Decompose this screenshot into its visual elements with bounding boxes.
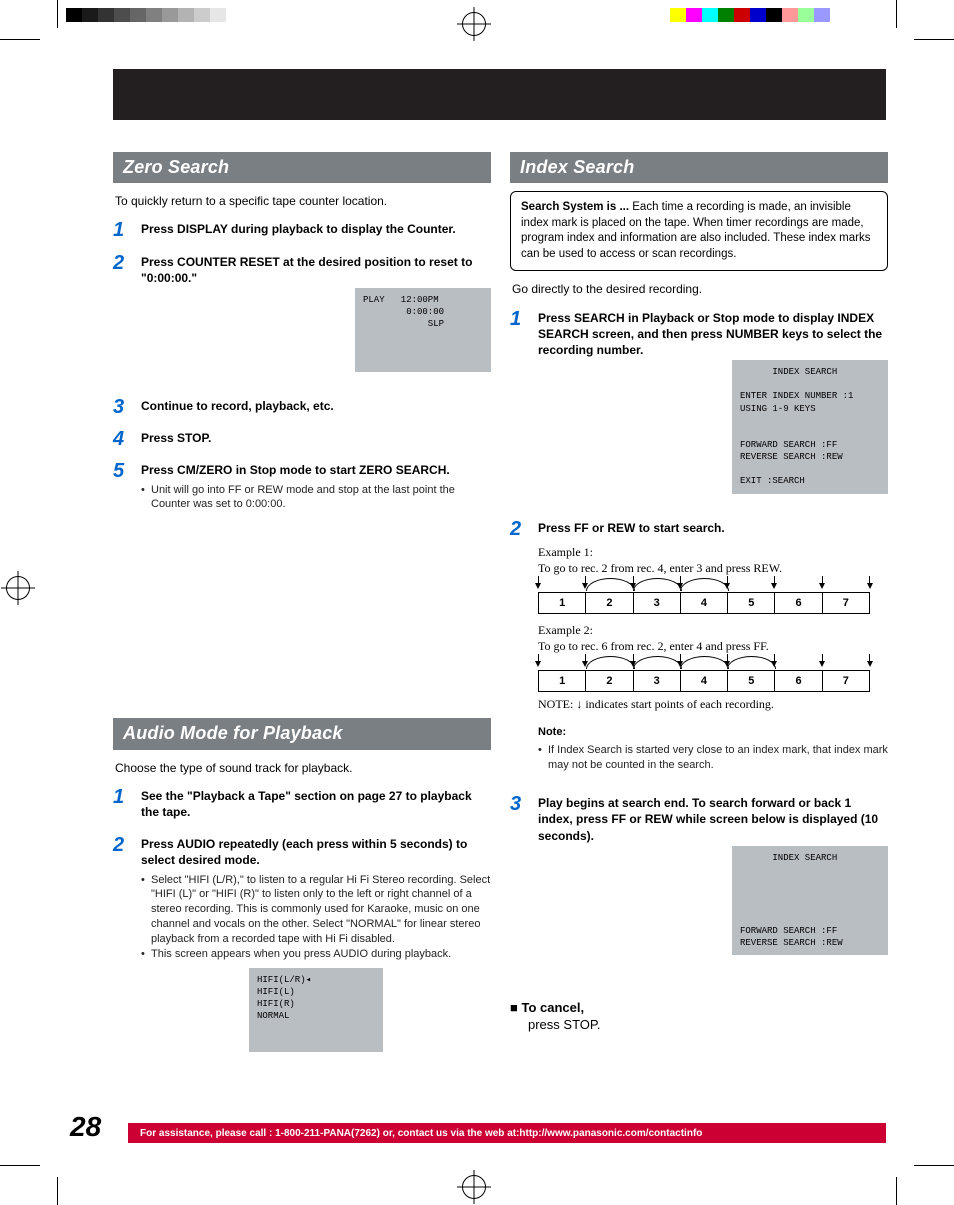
colorbar-cmyk — [670, 8, 830, 22]
registration-mark-left — [6, 576, 30, 600]
search-system-title: Search System is ... — [521, 201, 629, 213]
crop-mark — [0, 1165, 40, 1166]
index-step-1: Press SEARCH in Playback or Stop mode to… — [538, 310, 888, 359]
square-bullet-icon: ■ — [510, 1000, 521, 1015]
diagram-note: NOTE: ↓ indicates start points of each r… — [538, 696, 888, 712]
zero-step-2: Press COUNTER RESET at the desired posit… — [141, 254, 491, 286]
audio-intro: Choose the type of sound track for playb… — [115, 760, 489, 776]
index-note-title: Note: — [538, 725, 888, 740]
cancel-block: ■ To cancel, press STOP. — [510, 999, 888, 1034]
audio-step-2-note-1: Select "HIFI (L/R)," to listen to a regu… — [141, 873, 491, 947]
index-note-1: If Index Search is started very close to… — [538, 743, 888, 773]
audio-step-2-note-2: This screen appears when you press AUDIO… — [141, 947, 491, 962]
index-osd-1: INDEX SEARCH ENTER INDEX NUMBER :1 USING… — [732, 360, 888, 493]
zero-step-5: Press CM/ZERO in Stop mode to start ZERO… — [141, 462, 491, 478]
crop-mark — [0, 39, 40, 40]
audio-steps: See the "Playback a Tape" section on pag… — [113, 788, 491, 1072]
zero-step-1: Press DISPLAY during playback to display… — [141, 221, 491, 237]
heading-zero-search: Zero Search — [113, 152, 491, 183]
example-2-label: Example 2: — [538, 622, 888, 638]
index-diagram-1: 1 2 3 4 5 6 7 — [538, 592, 888, 614]
example-2-desc: To go to rec. 6 from rec. 2, enter 4 and… — [538, 638, 888, 654]
colorbar-gray — [66, 8, 226, 22]
crop-mark — [914, 39, 954, 40]
crop-mark — [896, 0, 897, 28]
crop-mark — [57, 0, 58, 28]
zero-step-4: Press STOP. — [141, 430, 491, 446]
index-step-2: Press FF or REW to start search. — [538, 520, 888, 536]
audio-osd-screen: HIFI(L/R)◂ HIFI(L) HIFI(R) NORMAL — [249, 968, 383, 1052]
assistance-text: For assistance, please call : 1-800-211-… — [140, 1128, 702, 1139]
audio-step-1: See the "Playback a Tape" section on pag… — [141, 788, 491, 820]
index-intro: Go directly to the desired recording. — [512, 281, 886, 297]
index-note: Note: If Index Search is started very cl… — [538, 725, 888, 774]
cancel-body: press STOP. — [510, 1016, 601, 1034]
audio-step-2: Press AUDIO repeatedly (each press withi… — [141, 836, 491, 868]
crop-mark — [896, 1177, 897, 1205]
example-1-desc: To go to rec. 2 from rec. 4, enter 3 and… — [538, 560, 888, 576]
top-banner — [113, 69, 886, 120]
index-step-3: Play begins at search end. To search for… — [538, 795, 888, 844]
crop-mark — [57, 1177, 58, 1205]
zero-step-5-note: Unit will go into FF or REW mode and sto… — [141, 483, 491, 513]
heading-audio-mode: Audio Mode for Playback — [113, 718, 491, 749]
zero-intro: To quickly return to a specific tape cou… — [115, 193, 489, 209]
index-diagram-2: 1 2 3 4 5 6 7 — [538, 670, 888, 692]
example-1-label: Example 1: — [538, 544, 888, 560]
heading-index-search: Index Search — [510, 152, 888, 183]
crop-mark — [914, 1165, 954, 1166]
zero-step-3: Continue to record, playback, etc. — [141, 398, 491, 414]
index-steps: Press SEARCH in Playback or Stop mode to… — [510, 310, 888, 981]
search-system-box: Search System is ... Each time a recordi… — [510, 191, 888, 271]
index-osd-2: INDEX SEARCH FORWARD SEARCH :FF REVERSE … — [732, 846, 888, 955]
assistance-footer: For assistance, please call : 1-800-211-… — [128, 1123, 886, 1143]
registration-mark-top — [462, 12, 486, 36]
page-number: 28 — [70, 1111, 101, 1143]
cancel-title: To cancel, — [521, 1000, 584, 1015]
zero-steps: Press DISPLAY during playback to display… — [113, 221, 491, 528]
registration-mark-bottom — [462, 1175, 486, 1199]
zero-osd-screen: PLAY 12:00PM 0:00:00 SLP — [355, 288, 491, 372]
